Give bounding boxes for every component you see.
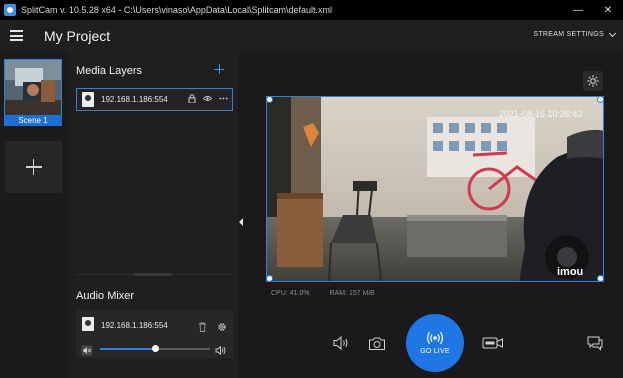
sun-icon — [587, 75, 599, 87]
ip-camera-icon — [82, 317, 94, 331]
app-header: My Project STREAM SETTINGS — [0, 20, 623, 52]
go-live-label: GO LIVE — [420, 348, 450, 355]
lock-icon[interactable] — [187, 94, 196, 103]
project-title: My Project — [44, 28, 111, 44]
scene-preview-image — [5, 60, 61, 115]
layer-item[interactable]: 192.168.1.186:554 — [76, 88, 233, 111]
resize-handle-top-right[interactable] — [597, 97, 603, 103]
chat-button[interactable] — [584, 334, 606, 352]
record-video-icon — [482, 337, 503, 349]
speaker-mute-icon[interactable] — [81, 343, 93, 356]
audio-mixer-item: 192.168.1.186:554 — [76, 310, 233, 358]
window-title-bar: SplitCam v. 10.5.28 x64 - C:\Users\vinas… — [0, 0, 623, 20]
camera-watermark: imou — [557, 266, 583, 278]
add-scene-button[interactable] — [5, 141, 62, 193]
more-options-icon[interactable] — [219, 94, 228, 103]
volume-slider[interactable] — [100, 345, 210, 352]
chat-icon — [587, 336, 603, 351]
trash-icon[interactable] — [198, 319, 207, 337]
performance-stats: CPU: 41.0% RAM: 157 MiB — [271, 290, 375, 297]
broadcast-icon — [427, 331, 443, 345]
layers-panel: Media Layers 192.168.1.186:554 Audio Mix… — [68, 52, 238, 378]
camera-timestamp: 2021-08-15 10:26:42 — [499, 109, 583, 119]
media-layers-title: Media Layers — [76, 65, 143, 77]
scene-thumbnail[interactable] — [4, 59, 62, 116]
scene-label[interactable]: Scene 1 — [4, 115, 62, 126]
volume-slider-thumb[interactable] — [151, 345, 159, 352]
resize-handle-bottom-left[interactable] — [267, 275, 273, 281]
ram-usage: RAM: 157 MiB — [329, 290, 375, 297]
cpu-usage: CPU: 41.0% — [271, 290, 310, 297]
audio-button[interactable] — [330, 334, 352, 352]
panel-resize-handle[interactable] — [134, 273, 172, 276]
scenes-column: Scene 1 — [0, 52, 68, 378]
close-button[interactable]: ✕ — [593, 0, 623, 20]
camera-feed-image: 2021-08-15 10:26:42 imou — [267, 97, 603, 281]
layer-name: 192.168.1.186:554 — [101, 95, 168, 104]
window-title: SplitCam v. 10.5.28 x64 - C:\Users\vinas… — [21, 5, 332, 15]
brightness-button[interactable] — [583, 71, 603, 91]
preview-area: 2021-08-15 10:26:42 imou CPU: 41.0% RAM:… — [238, 52, 623, 378]
speaker-volume-icon[interactable] — [215, 343, 227, 356]
mixer-tools — [198, 319, 227, 337]
video-preview[interactable]: 2021-08-15 10:26:42 imou — [266, 96, 604, 282]
snapshot-button[interactable] — [366, 334, 388, 352]
minimize-button[interactable]: — — [563, 0, 593, 20]
ip-camera-icon — [82, 92, 94, 107]
mixer-source-name: 192.168.1.186:554 — [101, 321, 168, 330]
audio-mixer-title: Audio Mixer — [76, 290, 135, 302]
volume-slider-fill — [100, 348, 155, 350]
gear-icon[interactable] — [217, 319, 227, 337]
layer-tools — [187, 94, 228, 103]
collapse-panel-arrow-icon[interactable] — [239, 218, 243, 226]
add-layer-plus-icon[interactable] — [214, 64, 224, 74]
plus-icon — [25, 159, 42, 175]
camera-icon — [369, 337, 385, 350]
record-button[interactable] — [482, 334, 504, 352]
resize-handle-top-left[interactable] — [267, 97, 273, 103]
eye-icon[interactable] — [203, 94, 212, 103]
hamburger-menu-icon[interactable] — [10, 30, 23, 41]
window-controls: — ✕ — [563, 0, 623, 20]
stream-settings-label: STREAM SETTINGS — [533, 31, 604, 38]
speaker-icon — [333, 335, 348, 351]
bottom-controls: GO LIVE — [238, 314, 623, 378]
stream-settings-dropdown[interactable]: STREAM SETTINGS — [533, 29, 617, 38]
resize-handle-bottom-right[interactable] — [597, 275, 603, 281]
chevron-down-icon — [608, 29, 617, 37]
go-live-button[interactable]: GO LIVE — [406, 314, 464, 372]
splitcam-app-icon — [4, 4, 16, 16]
